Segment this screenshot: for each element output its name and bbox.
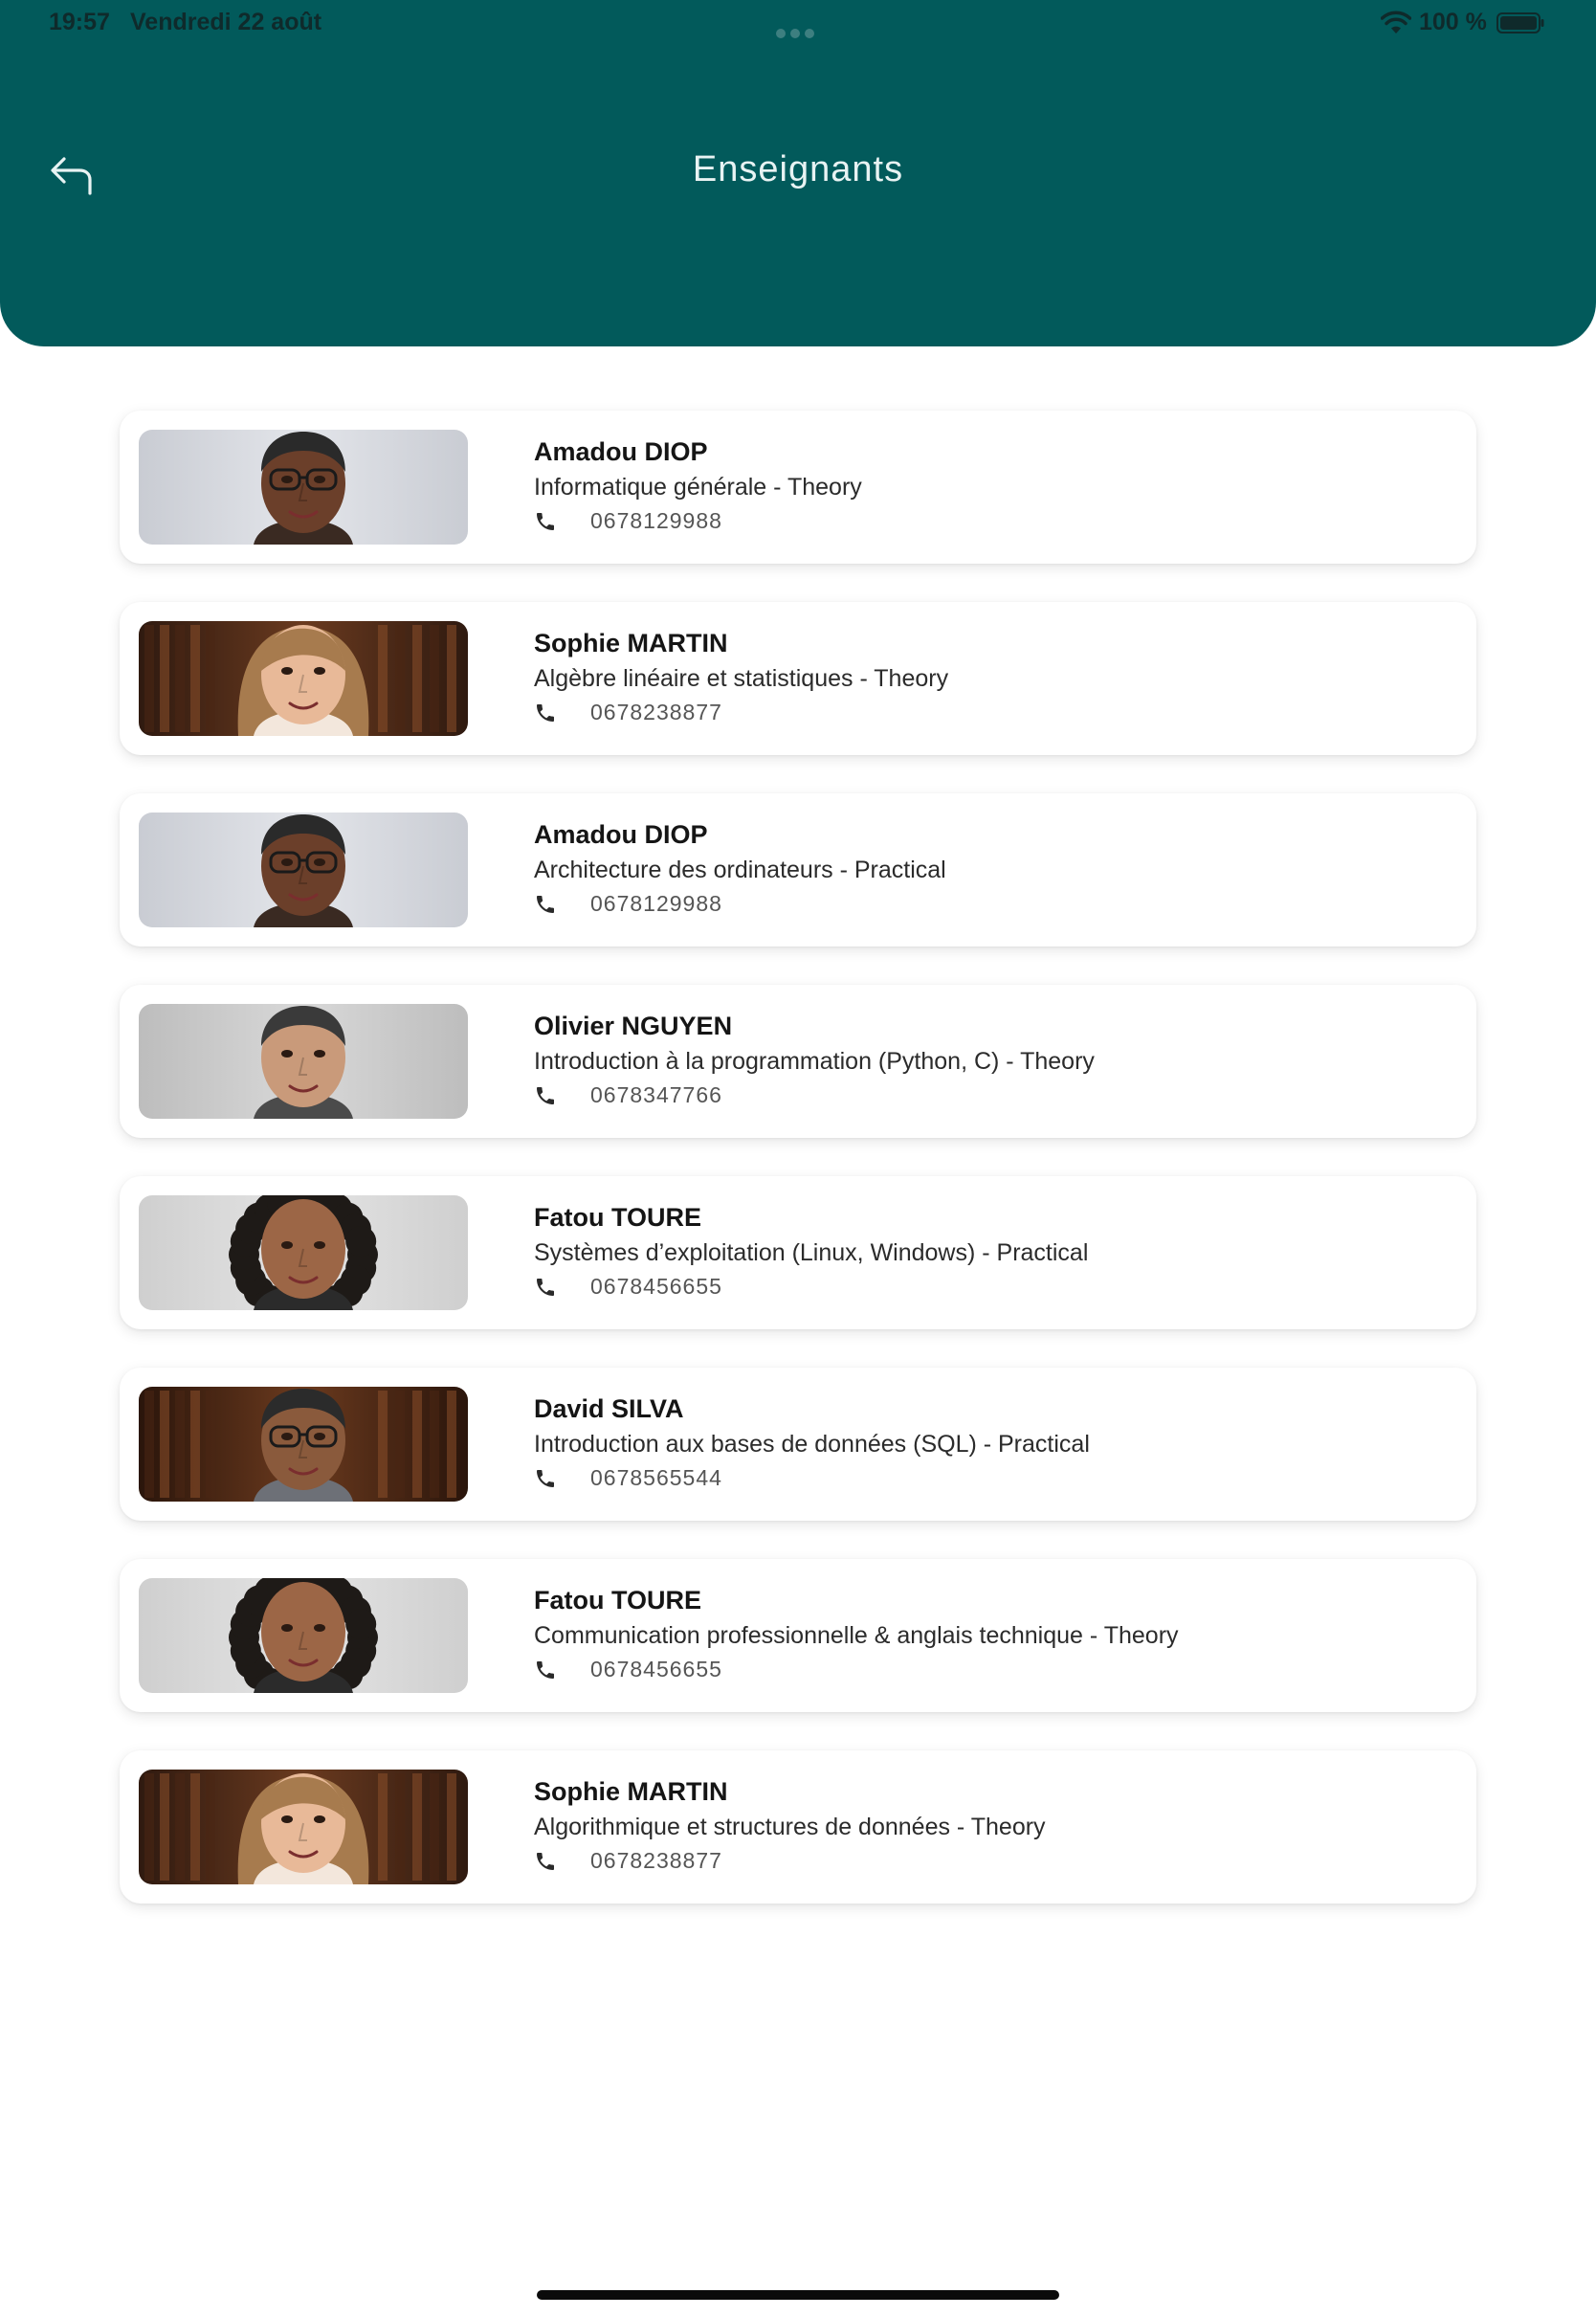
teacher-name: Olivier NGUYEN xyxy=(534,1012,733,1040)
teacher-name: Sophie MARTIN xyxy=(534,629,728,657)
teacher-phone[interactable]: 0678456655 xyxy=(590,1274,722,1300)
phone-icon xyxy=(537,513,554,530)
teacher-photo xyxy=(139,430,468,545)
teacher-photo xyxy=(139,813,468,927)
home-indicator[interactable] xyxy=(537,2290,1059,2300)
teacher-name: Fatou TOURE xyxy=(534,1203,701,1232)
phone-icon xyxy=(537,896,554,913)
teacher-course: Architecture des ordinateurs - Practical xyxy=(534,857,946,883)
teacher-photo xyxy=(139,1578,468,1693)
battery-percentage: 100 % xyxy=(1419,9,1487,35)
page-title: Enseignants xyxy=(692,149,904,189)
status-bar: 19:57 Vendredi 22 août 100 % xyxy=(0,0,1596,46)
teacher-phone[interactable]: 0678456655 xyxy=(590,1657,722,1682)
teacher-course: Communication professionnelle & anglais … xyxy=(534,1622,1179,1649)
phone-icon xyxy=(537,1087,554,1104)
teacher-course: Introduction à la programmation (Python,… xyxy=(534,1048,1095,1075)
teacher-photo xyxy=(139,1387,468,1502)
teacher-card[interactable]: Fatou TOURE Systèmes d’exploitation (Lin… xyxy=(120,1176,1476,1329)
wifi-icon xyxy=(1381,11,1411,33)
teacher-phone[interactable]: 0678129988 xyxy=(590,508,722,534)
multitasking-dots-icon[interactable] xyxy=(776,17,822,38)
phone-icon xyxy=(537,1661,554,1679)
teachers-screen: 19:57 Vendredi 22 août 100 % Enseignants xyxy=(0,0,1596,2316)
teacher-course: Algorithmique et structures de données -… xyxy=(534,1814,1046,1840)
teacher-photo xyxy=(139,621,468,736)
teacher-card[interactable]: David SILVA Introduction aux bases de do… xyxy=(120,1368,1476,1521)
teacher-course: Systèmes d’exploitation (Linux, Windows)… xyxy=(534,1239,1089,1266)
teacher-photo xyxy=(139,1195,468,1310)
teacher-name: Fatou TOURE xyxy=(534,1586,701,1615)
teacher-course: Introduction aux bases de données (SQL) … xyxy=(534,1431,1090,1458)
teacher-phone[interactable]: 0678238877 xyxy=(590,700,722,725)
teacher-name: Amadou DIOP xyxy=(534,820,708,849)
app-header: 19:57 Vendredi 22 août 100 % Enseignants xyxy=(0,0,1596,346)
status-time: 19:57 xyxy=(49,9,110,35)
battery-icon xyxy=(1496,12,1544,33)
teacher-name: David SILVA xyxy=(534,1394,684,1423)
teacher-photo xyxy=(139,1004,468,1119)
teacher-course: Algèbre linéaire et statistiques - Theor… xyxy=(534,665,949,692)
teacher-photo xyxy=(139,1770,468,1884)
teacher-card[interactable]: Sophie MARTIN Algorithmique et structure… xyxy=(120,1750,1476,1904)
teacher-course: Informatique générale - Theory xyxy=(534,474,862,501)
teacher-phone[interactable]: 0678238877 xyxy=(590,1848,722,1874)
teacher-list: Amadou DIOP Informatique générale - Theo… xyxy=(120,411,1476,1942)
teacher-name: Amadou DIOP xyxy=(534,437,708,466)
teacher-phone[interactable]: 0678129988 xyxy=(590,891,722,917)
status-date: Vendredi 22 août xyxy=(130,9,322,35)
teacher-card[interactable]: Sophie MARTIN Algèbre linéaire et statis… xyxy=(120,602,1476,755)
phone-icon xyxy=(537,1470,554,1487)
phone-icon xyxy=(537,1853,554,1870)
teacher-card[interactable]: Olivier NGUYEN Introduction à la program… xyxy=(120,985,1476,1138)
teacher-phone[interactable]: 0678347766 xyxy=(590,1082,722,1108)
teacher-card[interactable]: Fatou TOURE Communication professionnell… xyxy=(120,1559,1476,1712)
teacher-card[interactable]: Amadou DIOP Architecture des ordinateurs… xyxy=(120,793,1476,946)
phone-icon xyxy=(537,704,554,722)
phone-icon xyxy=(537,1279,554,1296)
teacher-name: Sophie MARTIN xyxy=(534,1777,728,1806)
teacher-card[interactable]: Amadou DIOP Informatique générale - Theo… xyxy=(120,411,1476,564)
teacher-phone[interactable]: 0678565544 xyxy=(590,1465,722,1491)
